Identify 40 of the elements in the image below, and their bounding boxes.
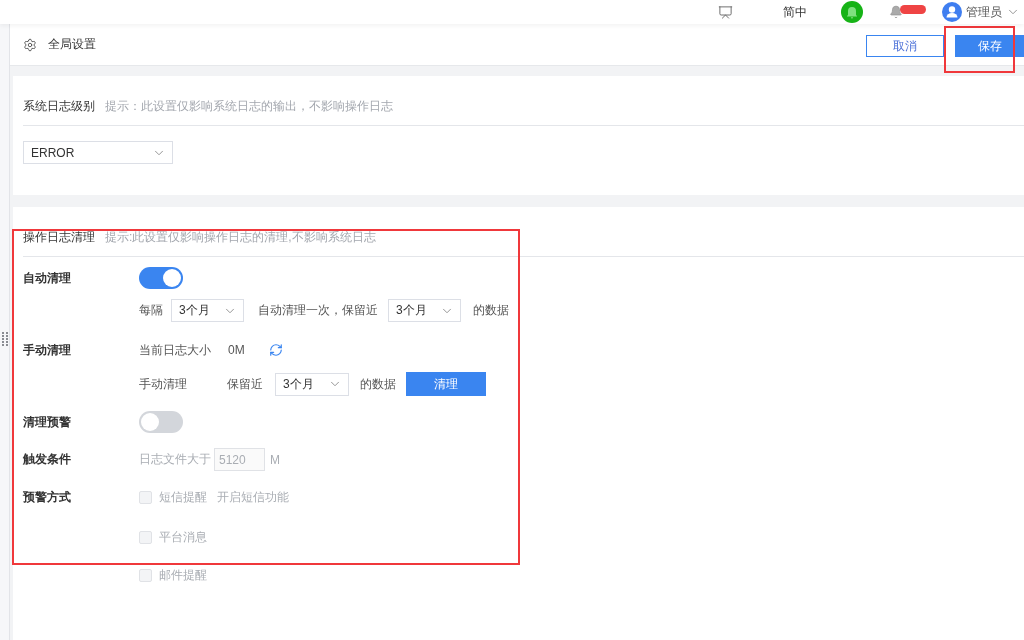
clean-button[interactable]: 清理 [406,372,486,396]
notification-badge-icon [900,5,926,14]
interval-select[interactable]: 3个月 [171,299,244,322]
log-level-select[interactable]: ERROR [23,141,173,164]
section-hint: 提示:此设置仅影响操作日志的清理,不影响系统日志 [105,228,376,246]
cancel-button[interactable]: 取消 [866,35,944,57]
inline-text: 保留近 [227,375,263,393]
log-size-value: 0M [228,343,245,357]
section-hint: 提示：此设置仅影响系统日志的输出，不影响操作日志 [105,97,393,115]
language-menu[interactable]: 简中 [783,4,807,20]
bell-icon[interactable] [889,5,903,19]
field-label: 自动清理 [23,269,72,287]
inline-text: 手动清理 [139,375,187,393]
inline-text: 每隔 [139,302,163,319]
presentation-board-icon[interactable] [718,4,733,20]
save-button[interactable]: 保存 [955,35,1024,57]
user-name[interactable]: 管理员 [966,4,1002,20]
settings-icon [23,37,37,52]
option-note: 开启短信功能 [217,488,289,506]
field-label: 预警方式 [23,488,72,506]
field-label: 手动清理 [23,341,72,359]
page-title: 全局设置 [48,36,96,53]
inline-text: 的数据 [360,375,396,393]
inline-text: 日志文件大于 [139,451,211,468]
inline-text: 自动清理一次，保留近 [258,302,378,319]
section-title: 操作日志清理 [23,228,95,246]
field-label: 触发条件 [23,451,72,468]
field-label: 清理预警 [23,413,72,431]
retain-select[interactable]: 3个月 [275,372,349,396]
toggle-switch[interactable] [139,267,183,289]
retain-select[interactable]: 3个月 [388,299,461,322]
refresh-icon[interactable] [268,343,283,357]
avatar-icon[interactable] [942,2,962,22]
round-bell-icon[interactable] [841,1,863,23]
unit-text: M [270,452,280,467]
toggle-switch[interactable] [139,411,183,433]
inline-text: 当前日志大小 [139,341,211,359]
section-title: 系统日志级别 [23,97,95,115]
inline-text: 的数据 [473,302,509,319]
drag-handle-icon[interactable] [1,332,8,346]
